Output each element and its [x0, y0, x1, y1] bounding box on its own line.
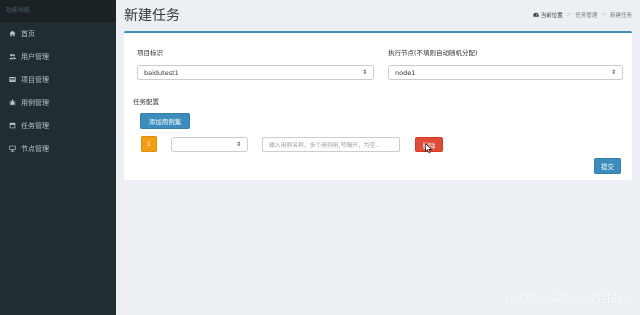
- project-select[interactable]: baidutest1 ⇕: [137, 65, 374, 80]
- sidebar-item-label: 首页: [21, 29, 35, 38]
- breadcrumb-separator: >: [566, 12, 572, 18]
- breadcrumb-current-label: 当前位置: [540, 13, 563, 19]
- sidebar-item-label: 节点管理: [21, 144, 49, 153]
- desktop-icon: [6, 144, 18, 154]
- sidebar-item-label: 用户管理: [21, 52, 49, 61]
- projects-icon: [6, 75, 18, 85]
- page-title: 新建任务: [124, 8, 180, 24]
- content-header: 新建任务 当前位置 > 任务管理 > 新建任务: [116, 0, 640, 30]
- main-content: 新建任务 当前位置 > 任务管理 > 新建任务 项目标识 baidutest1 …: [116, 0, 640, 315]
- home-icon: [6, 29, 18, 39]
- sidebar-item-tasks[interactable]: 任务管理: [0, 114, 116, 137]
- case-names-input[interactable]: 输入用例名称，多个用例用,号隔开，为空...: [262, 137, 400, 152]
- sidebar-item-home[interactable]: 首页: [0, 22, 116, 45]
- select-arrows-icon: ⇕: [610, 69, 616, 76]
- node-select[interactable]: node1 ⇕: [388, 65, 623, 80]
- breadcrumb: 当前位置 > 任务管理 > 新建任务: [533, 11, 632, 19]
- sidebar-item-projects[interactable]: 项目管理: [0, 68, 116, 91]
- sidebar-item-label: 用例管理: [21, 98, 49, 107]
- new-task-form: 项目标识 baidutest1 ⇕ 执行节点(不填则自动随机分配) node1 …: [124, 31, 632, 180]
- row-index-badge: 1: [141, 136, 157, 152]
- sidebar-item-label: 任务管理: [21, 121, 49, 130]
- breadcrumb-home[interactable]: 当前位置: [533, 11, 563, 19]
- breadcrumb-new-task: 新建任务: [609, 13, 632, 19]
- sidebar-item-users[interactable]: 用户管理: [0, 45, 116, 68]
- case-set-select[interactable]: ⇕: [171, 137, 248, 152]
- sidebar-item-cases[interactable]: 用例管理: [0, 91, 116, 114]
- mouse-cursor-icon: [425, 143, 433, 154]
- sidebar-item-nodes[interactable]: 节点管理: [0, 137, 116, 160]
- project-label: 项目标识: [137, 49, 163, 57]
- users-icon: [6, 52, 18, 62]
- breadcrumb-separator: >: [601, 12, 606, 18]
- watermark: CSDN @软件测试情报局: [505, 292, 628, 305]
- dashboard-icon: [533, 12, 539, 17]
- sidebar: 功能导航 首页 用户管理 项目管理 用例管理 任务管理 节点管理: [0, 0, 116, 315]
- breadcrumb-task-management[interactable]: 任务管理: [575, 11, 597, 19]
- sidebar-item-label: 项目管理: [21, 75, 49, 84]
- sidebar-header: 功能导航: [0, 0, 116, 22]
- submit-button[interactable]: 提交: [594, 158, 621, 174]
- add-case-set-button[interactable]: 添加用例集: [140, 113, 190, 129]
- project-select-value: baidutest1: [144, 68, 179, 77]
- node-select-value: node1: [395, 68, 416, 77]
- node-label: 执行节点(不填则自动随机分配): [388, 49, 478, 57]
- select-arrows-icon: ⇕: [361, 69, 367, 76]
- task-config-label: 任务配置: [133, 98, 159, 106]
- bug-icon: [6, 98, 18, 108]
- select-arrows-icon: ⇕: [235, 141, 241, 148]
- calendar-icon: [6, 121, 18, 131]
